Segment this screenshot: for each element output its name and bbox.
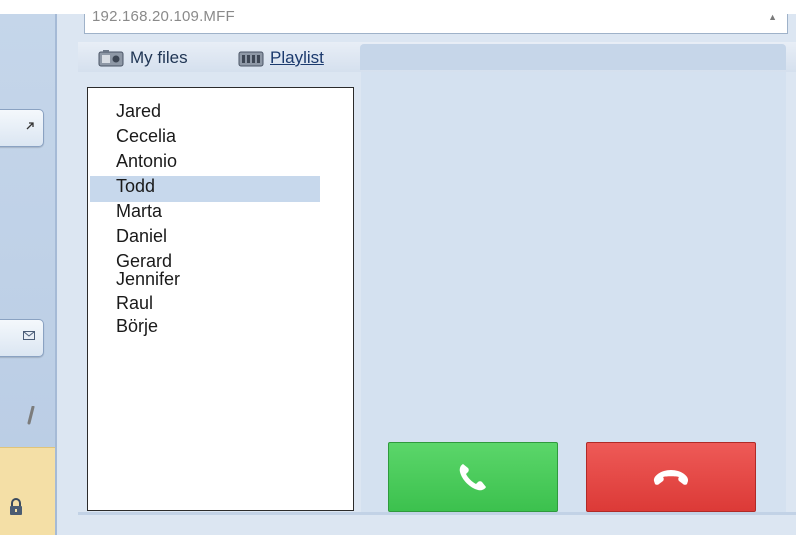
- contact-list[interactable]: Jared Cecelia Antonio Todd Marta Daniel …: [87, 87, 354, 511]
- list-item-label: Jared: [116, 101, 162, 121]
- tab-strip-fill: [360, 44, 786, 70]
- list-item[interactable]: Jared: [90, 101, 320, 127]
- list-item-label: Raul: [116, 293, 154, 313]
- bottom-border: [78, 512, 796, 515]
- list-item[interactable]: Daniel: [90, 226, 320, 252]
- answer-call-button[interactable]: [388, 442, 558, 512]
- dropdown-arrow-icon[interactable]: ▲: [768, 12, 777, 22]
- list-item[interactable]: Börje: [90, 316, 320, 342]
- pen-icon[interactable]: [26, 406, 36, 426]
- tab-strip: My files Playlist: [78, 42, 796, 72]
- list-item-label: Marta: [116, 201, 163, 221]
- address-value: 192.168.20.109.MFF: [92, 8, 235, 25]
- list-item[interactable]: Cecelia: [90, 126, 320, 152]
- playlist-icon: [238, 49, 264, 67]
- sidebar-mail-button[interactable]: [0, 319, 44, 357]
- tab-playlist[interactable]: Playlist: [238, 46, 324, 70]
- list-item-label: Gerard: [116, 251, 173, 271]
- phone-answer-icon: [459, 464, 486, 491]
- list-item-label: Antonio: [116, 151, 178, 171]
- left-sidebar: [0, 14, 57, 535]
- sidebar-edge: [55, 14, 57, 535]
- tab-my-files[interactable]: My files: [98, 46, 188, 70]
- list-item-selected[interactable]: Todd: [90, 176, 320, 202]
- main-panel: 192.168.20.109.MFF ▲ My files Playlist J…: [78, 8, 796, 535]
- tab-playlist-label: Playlist: [270, 48, 324, 67]
- sidebar-arrow-button[interactable]: [0, 109, 44, 147]
- list-item-label: Jennifer: [116, 269, 181, 289]
- list-item-label: Börje: [116, 316, 159, 336]
- list-item[interactable]: Jennifer: [90, 269, 320, 295]
- list-item-label: Todd: [116, 176, 156, 196]
- address-combobox[interactable]: 192.168.20.109.MFF ▲: [84, 8, 788, 34]
- lock-icon: [10, 498, 22, 515]
- list-item-label: Daniel: [116, 226, 168, 246]
- arrow-icon: [26, 122, 34, 130]
- list-item[interactable]: Antonio: [90, 151, 320, 177]
- my-files-icon: [98, 49, 124, 67]
- list-item-label: Cecelia: [116, 126, 177, 146]
- hangup-call-button[interactable]: [586, 442, 756, 512]
- lock-tile[interactable]: [0, 447, 55, 535]
- phone-hangup-icon: [653, 470, 689, 485]
- list-item[interactable]: Marta: [90, 201, 320, 227]
- tab-my-files-label: My files: [130, 48, 188, 67]
- envelope-icon: [23, 331, 35, 340]
